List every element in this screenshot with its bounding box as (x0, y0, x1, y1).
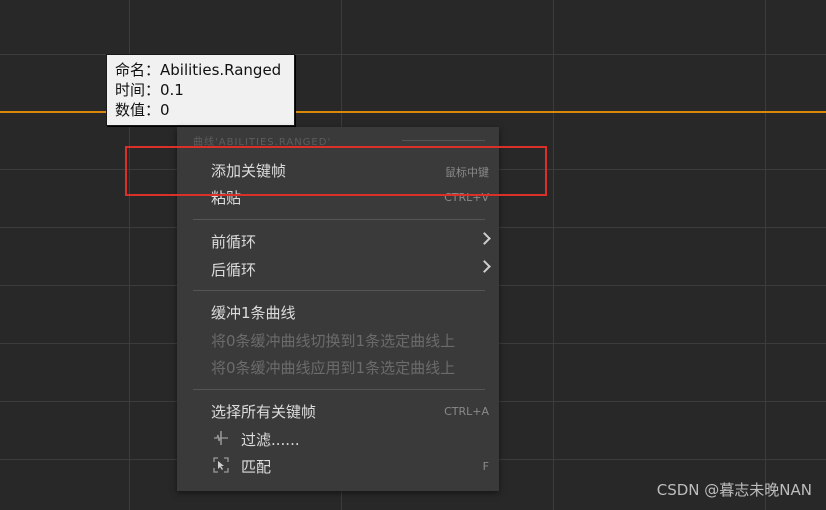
menu-item-buffer-curve[interactable]: 缓冲1条曲线 (177, 299, 499, 325)
menu-item-apply-buffered[interactable]: 将0条缓冲曲线应用到1条选定曲线上 (177, 354, 499, 380)
menu-item-label: 前循环 (211, 233, 257, 251)
menu-item-label: 将0条缓冲曲线应用到1条选定曲线上 (211, 359, 456, 377)
menu-item-label: 后循环 (211, 261, 257, 279)
section-header-rule (402, 140, 485, 141)
menu-item-label: 过滤...... (241, 431, 300, 449)
menu-item-label: 选择所有关键帧 (211, 403, 317, 421)
grid-line (765, 0, 766, 510)
tooltip-time: 时间：0.1 (115, 81, 184, 99)
filter-icon (214, 431, 228, 445)
menu-item-swap-buffered[interactable]: 将0条缓冲曲线切换到1条选定曲线上 (177, 327, 499, 353)
menu-item-label: 将0条缓冲曲线切换到1条选定曲线上 (211, 332, 456, 350)
menu-item-label: 匹配 (241, 458, 272, 476)
chevron-right-icon (478, 260, 491, 273)
menu-item-post-infinity[interactable]: 后循环 (177, 256, 499, 282)
watermark: CSDN @暮志未晚NAN (656, 481, 812, 499)
highlight-box (125, 146, 547, 196)
menu-item-pre-infinity[interactable]: 前循环 (177, 228, 499, 254)
menu-item-select-all-keys[interactable]: 选择所有关键帧 CTRL+A (177, 398, 499, 424)
menu-item-shortcut: F (482, 460, 489, 473)
tooltip-value: 数值：0 (115, 101, 170, 119)
key-tooltip: 命名：Abilities.Ranged 时间：0.1 数值：0 (106, 54, 295, 126)
chevron-right-icon (478, 232, 491, 245)
menu-item-label: 缓冲1条曲线 (211, 304, 296, 322)
menu-separator (193, 219, 485, 220)
grid-line (553, 0, 554, 510)
tooltip-name: 命名：Abilities.Ranged (115, 61, 282, 79)
menu-item-filter[interactable]: 过滤...... (177, 426, 499, 452)
menu-separator (193, 389, 485, 390)
menu-separator (193, 290, 485, 291)
menu-item-shortcut: CTRL+A (444, 405, 489, 418)
fit-icon (213, 457, 229, 473)
menu-item-fit[interactable]: 匹配 F (177, 453, 499, 479)
